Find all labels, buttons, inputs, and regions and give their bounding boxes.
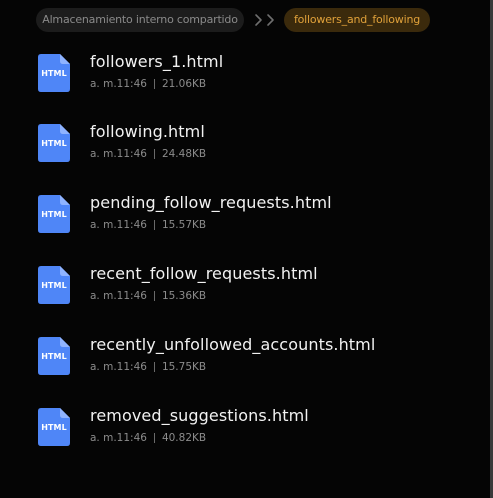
breadcrumb-current[interactable]: followers_and_following	[284, 8, 430, 32]
html-file-icon: HTML	[38, 408, 70, 446]
file-size: 24.48KB	[161, 148, 207, 160]
file-size: 40.82KB	[161, 432, 207, 444]
file-size: 15.57KB	[161, 219, 207, 231]
file-row[interactable]: HTML followers_1.html a. m.11:46 21.06KB	[0, 48, 490, 108]
file-name: followers_1.html	[90, 52, 224, 71]
file-type-label: HTML	[41, 139, 67, 148]
file-type-label: HTML	[41, 281, 67, 290]
file-type-label: HTML	[41, 352, 67, 361]
file-meta: a. m.11:46 15.75KB	[90, 361, 206, 373]
file-type-label: HTML	[41, 210, 67, 219]
file-time: a. m.11:46	[90, 432, 147, 444]
file-time: a. m.11:46	[90, 290, 147, 302]
file-name: following.html	[90, 122, 205, 141]
breadcrumb: Almacenamiento interno compartido follow…	[36, 8, 430, 32]
file-row[interactable]: HTML pending_follow_requests.html a. m.1…	[0, 189, 490, 249]
meta-separator	[153, 291, 155, 301]
file-name: recent_follow_requests.html	[90, 264, 318, 283]
file-size: 15.36KB	[161, 290, 207, 302]
html-file-icon: HTML	[38, 266, 70, 304]
meta-separator	[153, 149, 155, 159]
file-row[interactable]: HTML recently_unfollowed_accounts.html a…	[0, 331, 490, 391]
html-file-icon: HTML	[38, 124, 70, 162]
file-name: recently_unfollowed_accounts.html	[90, 335, 376, 354]
file-name: removed_suggestions.html	[90, 406, 309, 425]
file-time: a. m.11:46	[90, 148, 147, 160]
html-file-icon: HTML	[38, 195, 70, 233]
file-size: 15.75KB	[161, 361, 207, 373]
meta-separator	[153, 433, 155, 443]
chevron-right-icon	[254, 8, 276, 32]
file-meta: a. m.11:46 24.48KB	[90, 148, 206, 160]
meta-separator	[153, 362, 155, 372]
file-meta: a. m.11:46 40.82KB	[90, 432, 206, 444]
meta-separator	[153, 79, 155, 89]
html-file-icon: HTML	[38, 54, 70, 92]
file-type-label: HTML	[41, 423, 67, 432]
file-type-label: HTML	[41, 69, 67, 78]
file-time: a. m.11:46	[90, 78, 147, 90]
file-meta: a. m.11:46 15.57KB	[90, 219, 206, 231]
file-time: a. m.11:46	[90, 361, 147, 373]
file-time: a. m.11:46	[90, 219, 147, 231]
breadcrumb-root[interactable]: Almacenamiento interno compartido	[36, 8, 244, 32]
file-row[interactable]: HTML recent_follow_requests.html a. m.11…	[0, 260, 490, 320]
meta-separator	[153, 220, 155, 230]
file-manager-screen: Almacenamiento interno compartido follow…	[0, 0, 493, 498]
file-size: 21.06KB	[161, 78, 207, 90]
file-meta: a. m.11:46 15.36KB	[90, 290, 206, 302]
file-row[interactable]: HTML removed_suggestions.html a. m.11:46…	[0, 402, 490, 462]
file-meta: a. m.11:46 21.06KB	[90, 78, 206, 90]
html-file-icon: HTML	[38, 337, 70, 375]
file-row[interactable]: HTML following.html a. m.11:46 24.48KB	[0, 118, 490, 178]
file-name: pending_follow_requests.html	[90, 193, 332, 212]
